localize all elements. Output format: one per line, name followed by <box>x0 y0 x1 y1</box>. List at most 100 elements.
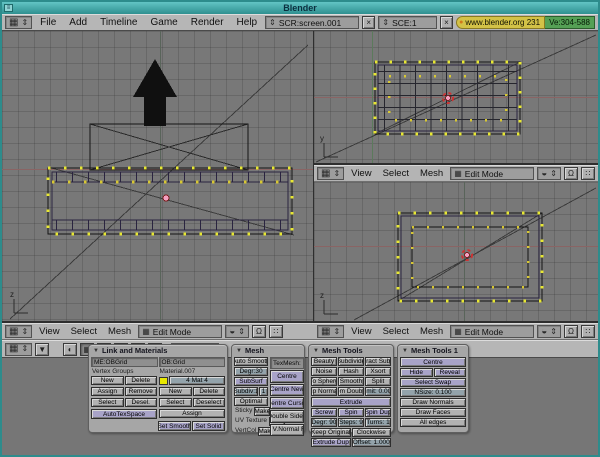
viewport-front-canvas[interactable]: z <box>2 31 314 322</box>
screen-selector[interactable]: ⇕ SCR:screen.001 <box>265 16 359 29</box>
viewport-side[interactable]: z ▦ ⇕ View Select Mesh ▦ Edit Mode ◒ ⇕ Ω… <box>314 182 598 340</box>
smooth-button[interactable]: Smooth <box>338 377 364 386</box>
draw-mode-dropdown[interactable]: ◒ ⇕ <box>537 167 561 180</box>
editor-type-menu[interactable]: ▦ ⇕ <box>317 167 344 180</box>
mesh-datablock-field[interactable]: ME:OBGrid <box>91 357 158 367</box>
spin-dup-button[interactable]: Spin Dup <box>365 408 391 417</box>
viewport-top[interactable]: y ▦ ⇕ View Select Mesh ▦ Edit Mode ◒ ⇕ Ω… <box>314 31 598 182</box>
screen-close-button[interactable]: × <box>362 16 375 29</box>
panel-header[interactable]: ▼ Mesh <box>232 345 304 356</box>
window-menu-icon[interactable]: ≡ <box>4 4 13 12</box>
texmesh-field[interactable]: TexMesh: <box>270 357 304 369</box>
vgroup-deselect-button[interactable]: Desel. <box>125 398 158 407</box>
mesh-menu[interactable]: Mesh <box>416 326 447 337</box>
degr-field[interactable]: Degr:30 <box>234 367 268 376</box>
auto-smooth-toggle[interactable]: Auto Smooth <box>234 357 268 366</box>
autotexspace-toggle[interactable]: AutoTexSpace <box>91 409 157 419</box>
manipulator-button[interactable]: Ω <box>252 325 266 338</box>
collapse-icon[interactable]: ▼ <box>313 348 319 354</box>
draw-normals-toggle[interactable]: Draw Normals <box>400 398 466 407</box>
vgroup-new-button[interactable]: New <box>91 376 124 385</box>
subsurf-toggle[interactable]: SubSurf <box>234 377 268 386</box>
subdiv-field[interactable]: Subdiv:1 <box>234 387 258 396</box>
draw-mode-dropdown[interactable]: ◒ ⇕ <box>225 325 249 338</box>
offset-field[interactable]: Offset: 1.000 <box>352 438 392 447</box>
menu-render[interactable]: Render <box>186 17 229 28</box>
view-menu[interactable]: View <box>347 168 375 179</box>
menu-timeline[interactable]: Timeline <box>95 17 142 28</box>
optimal-toggle[interactable]: Optimal <box>234 397 268 406</box>
menu-game[interactable]: Game <box>146 17 183 28</box>
select-menu[interactable]: Select <box>67 326 101 337</box>
keep-original-toggle[interactable]: Keep Original <box>311 428 351 437</box>
window-titlebar[interactable]: ≡ Blender <box>2 2 598 14</box>
centre-new-button[interactable]: Centre New <box>270 384 304 396</box>
mesh-menu[interactable]: Mesh <box>416 168 447 179</box>
material-delete-button[interactable]: Delete <box>193 387 226 396</box>
rem-doubles-button[interactable]: Rem Doubles <box>338 387 364 396</box>
vgroup-delete-button[interactable]: Delete <box>125 376 158 385</box>
material-index-field[interactable]: 4 Mat 4 <box>169 376 225 385</box>
turns-field[interactable]: Turns: 1 <box>365 418 391 427</box>
subdivide-button[interactable]: Subdivide <box>338 357 364 366</box>
menu-help[interactable]: Help <box>232 17 263 28</box>
select-swap-button[interactable]: Select Swap <box>400 378 466 387</box>
panels-menu-button[interactable]: ▼ <box>35 343 49 356</box>
extrude-dup-button[interactable]: Extrude Dup <box>311 438 351 447</box>
panel-header[interactable]: ▼ Link and Materials <box>89 345 227 356</box>
scene-selector[interactable]: ⇕ SCE:1 <box>378 16 437 29</box>
set-smooth-button[interactable]: Set Smooth <box>158 421 191 431</box>
editor-type-menu[interactable]: ▦ ⇕ <box>317 325 344 338</box>
hash-button[interactable]: Hash <box>338 367 364 376</box>
editor-type-menu[interactable]: ▦ ⇕ <box>5 343 32 356</box>
viewport-side-canvas[interactable]: z <box>314 182 598 322</box>
snap-button[interactable]: ∷ <box>581 325 595 338</box>
vgroup-remove-button[interactable]: Remove <box>125 387 158 396</box>
steps-field[interactable]: Steps: 9 <box>338 418 364 427</box>
select-menu[interactable]: Select <box>379 326 413 337</box>
all-edges-toggle[interactable]: All edges <box>400 418 466 427</box>
extrude-button[interactable]: Extrude <box>311 397 391 407</box>
centre-button[interactable]: Centre <box>400 357 466 367</box>
select-menu[interactable]: Select <box>379 168 413 179</box>
nsize-field[interactable]: NSize: 0.100 <box>400 388 466 397</box>
panel-header[interactable]: ▼ Mesh Tools <box>309 345 393 356</box>
draw-mode-dropdown[interactable]: ◒ ⇕ <box>537 325 561 338</box>
context-shading-button[interactable]: ◐ <box>63 343 77 356</box>
menu-file[interactable]: File <box>35 17 61 28</box>
editor-type-menu[interactable]: ▦ ⇕ <box>5 325 32 338</box>
set-solid-button[interactable]: Set Solid <box>192 421 225 431</box>
viewport-front[interactable]: z ▦ ⇕ View Select Mesh ▦ Edit Mode ◒ ⇕ Ω… <box>2 31 314 340</box>
double-sided-toggle[interactable]: Double Sided <box>270 410 304 422</box>
collapse-icon[interactable]: ▼ <box>236 348 242 354</box>
snap-button[interactable]: ∷ <box>269 325 283 338</box>
manipulator-button[interactable]: Ω <box>564 167 578 180</box>
mode-dropdown[interactable]: ▦ Edit Mode <box>138 325 222 338</box>
no-vnormal-flip-toggle[interactable]: No V.Normal Flip <box>270 424 304 436</box>
spin-button[interactable]: Spin <box>338 408 364 417</box>
menu-add[interactable]: Add <box>64 17 92 28</box>
mesh-menu[interactable]: Mesh <box>104 326 135 337</box>
material-select-button[interactable]: Select <box>159 398 192 407</box>
degr-spin-field[interactable]: Degr: 90 <box>311 418 337 427</box>
view-menu[interactable]: View <box>347 326 375 337</box>
beauty-toggle[interactable]: Beauty <box>311 357 337 366</box>
hide-button[interactable]: Hide <box>400 368 433 377</box>
manipulator-button[interactable]: Ω <box>564 325 578 338</box>
xsort-button[interactable]: Xsort <box>365 367 391 376</box>
vgroup-select-button[interactable]: Select <box>91 398 124 407</box>
viewport-top-canvas[interactable]: y <box>314 31 598 164</box>
fract-subd-button[interactable]: Fract Subd <box>365 357 391 366</box>
collapse-icon[interactable]: ▼ <box>402 348 408 354</box>
material-color-swatch[interactable] <box>159 377 168 385</box>
extrude-arrow-widget[interactable] <box>133 59 177 126</box>
mode-dropdown[interactable]: ▦ Edit Mode <box>450 325 534 338</box>
material-assign-button[interactable]: Assign <box>159 409 225 418</box>
subdiv-render-field[interactable]: 1 <box>259 387 268 396</box>
limit-field[interactable]: Limit: 0.001 <box>365 387 391 396</box>
object-datablock-field[interactable]: OB:Grid <box>159 357 226 367</box>
mode-dropdown[interactable]: ▦ Edit Mode <box>450 167 534 180</box>
panel-header[interactable]: ▼ Mesh Tools 1 <box>398 345 468 356</box>
clockwise-toggle[interactable]: Clockwise <box>352 428 392 437</box>
sticky-make-button[interactable]: Make <box>254 407 270 416</box>
